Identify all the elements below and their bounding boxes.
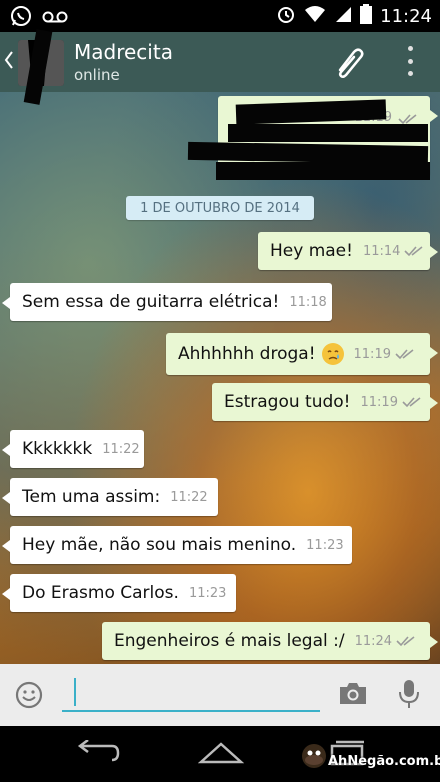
text-cursor (74, 678, 76, 706)
message-text: Estragou tudo! (224, 392, 351, 412)
message-incoming[interactable]: Sem essa de guitarra elétrica! 11:18 (2, 283, 332, 321)
message-incoming[interactable]: Tem uma assim: 11:22 (2, 478, 218, 516)
message-text: Hey mãe, não sou mais menino. (22, 535, 297, 555)
message-time: 11:23 (188, 585, 227, 601)
message-text: Ahhhhhh droga! (178, 344, 316, 364)
contact-name[interactable]: Madrecita (74, 40, 173, 64)
chat-header: Madrecita online (0, 32, 440, 92)
watermark: AhNegão.com.br (298, 744, 440, 774)
message-input[interactable] (62, 710, 320, 712)
message-outgoing[interactable]: Engenheiros é mais legal :/ 11:24 (102, 622, 438, 660)
message-time: 11:18 (289, 294, 327, 310)
message-outgoing[interactable]: Ahhhhhh droga! 11:19 (166, 333, 438, 375)
crying-face-emoji (321, 343, 344, 365)
redaction-bar (228, 124, 428, 142)
message-time: 11:23 (306, 537, 344, 553)
signal-icon (334, 5, 352, 27)
message-time: 11:19 (353, 346, 391, 362)
date-divider: 1 DE OUTUBRO DE 2014 (126, 196, 314, 220)
microphone-icon[interactable] (398, 678, 420, 714)
message-incoming[interactable]: Kkkkkkk 11:22 (2, 430, 144, 468)
message-input-bar (0, 664, 440, 726)
message-text: Engenheiros é mais legal :/ (114, 631, 345, 651)
alarm-icon (276, 4, 296, 28)
whatsapp-icon (10, 5, 32, 31)
paperclip-icon[interactable] (332, 44, 368, 84)
message-text: Hey mae! (270, 241, 353, 261)
double-check-icon (396, 632, 416, 651)
message-text: Do Erasmo Carlos. (22, 583, 179, 603)
message-time: 11:22 (170, 489, 208, 505)
message-incoming[interactable]: Do Erasmo Carlos. 11:23 (2, 574, 236, 612)
double-check-icon (402, 393, 422, 412)
contact-status: online (74, 66, 120, 84)
clock: 11:24 (380, 5, 432, 27)
overflow-menu-icon[interactable] (404, 46, 416, 76)
watermark-logo (300, 742, 328, 772)
back-icon[interactable] (4, 50, 14, 76)
message-text: Sem essa de guitarra elétrica! (22, 292, 280, 312)
status-bar: 11:24 (0, 0, 440, 32)
message-time: 11:14 (362, 243, 401, 259)
battery-icon (360, 4, 373, 28)
message-time: 11:19 (360, 394, 398, 410)
message-outgoing[interactable]: Hey mae! 11:14 (258, 232, 438, 270)
smiley-icon[interactable] (14, 680, 44, 714)
message-outgoing[interactable]: Estragou tudo! 11:19 (212, 383, 438, 421)
redaction-bar (216, 162, 430, 180)
wifi-icon (304, 5, 326, 27)
message-text: Kkkkkkk (22, 439, 93, 459)
double-check-icon (395, 345, 415, 364)
double-check-icon (404, 242, 424, 261)
message-text: Tem uma assim: (22, 487, 161, 507)
back-nav-icon[interactable] (74, 739, 120, 770)
message-time: 11:22 (102, 441, 140, 457)
camera-icon[interactable] (338, 680, 368, 710)
message-time: 11:24 (354, 633, 393, 649)
watermark-text: AhNegão.com.br (328, 753, 440, 769)
home-nav-icon[interactable] (197, 740, 245, 770)
message-incoming[interactable]: Hey mãe, não sou mais menino. 11:23 (2, 526, 352, 564)
voicemail-icon (42, 9, 68, 28)
